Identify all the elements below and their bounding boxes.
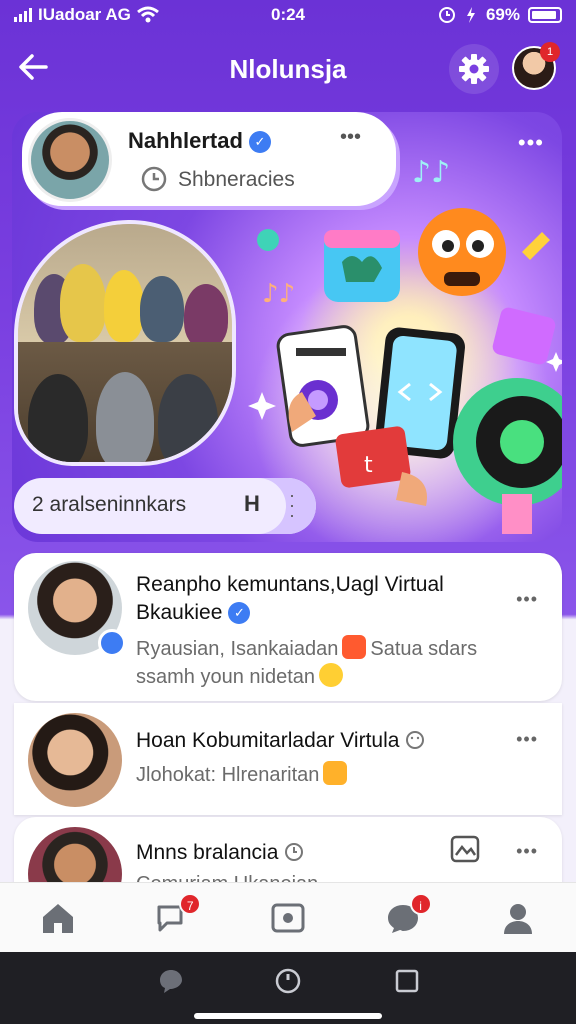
feed-item[interactable]: Reanpho kemuntans,Uagl Virtual Bkaukiee ✓…	[14, 553, 562, 701]
user-avatar[interactable]: 1	[512, 42, 560, 90]
nav-badge: 7	[179, 893, 202, 915]
battery-icon	[528, 7, 562, 23]
feed-item-title: Hoan Kobumitarladar Virtula	[136, 729, 425, 753]
recents-icon[interactable]	[392, 966, 422, 996]
nav-home[interactable]	[0, 883, 115, 952]
home-circle-icon[interactable]	[273, 966, 303, 996]
participants-label: 2 aralseninnkars	[32, 493, 187, 516]
feed-item-subtitle: Jlohokat: Hlrenaritan	[136, 761, 351, 787]
clock-icon	[285, 843, 304, 861]
nfc-icon	[466, 7, 475, 23]
notification-badge: 1	[540, 42, 560, 62]
profile-more-button[interactable]: •••	[340, 126, 361, 149]
group-photo	[14, 220, 236, 466]
photo-person	[96, 372, 154, 462]
feed-item-more-button[interactable]: •••	[516, 729, 538, 750]
feed-item-title: Reanpho kemuntans,Uagl Virtual	[136, 573, 444, 596]
reply-badge-icon	[98, 629, 126, 657]
photo-person	[158, 374, 218, 462]
gallery-icon[interactable]	[450, 835, 480, 863]
alarm-icon	[438, 7, 455, 23]
gear-icon	[459, 54, 489, 84]
top-header: Nlolunsja 1	[0, 36, 576, 102]
nav-messages[interactable]: i	[346, 883, 461, 952]
photo-person	[184, 284, 228, 348]
pill-trailing-label: H	[244, 491, 260, 516]
feed-item-subtitle: Ryausian, Isankaiadan Satua sdars	[136, 635, 477, 661]
svg-text:♪♪: ♪♪	[262, 279, 295, 309]
emoji-icon	[319, 663, 344, 687]
emoji-icon	[342, 635, 367, 659]
feed-item-title: Mnns bralancia	[136, 841, 304, 865]
assistant-icon[interactable]	[156, 966, 186, 996]
feed-item[interactable]: Hoan Kobumitarladar Virtula Jlohokat: Hl…	[14, 703, 562, 815]
svg-text:t: t	[364, 453, 373, 478]
home-indicator[interactable]	[194, 1013, 382, 1019]
profile-name: Nahhlertad ✓	[128, 128, 271, 154]
photo-person	[28, 374, 88, 462]
verified-badge-icon: ✓	[228, 602, 251, 624]
nav-profile[interactable]	[461, 883, 576, 952]
profile-icon	[504, 903, 533, 934]
status-icon	[141, 166, 167, 192]
verified-badge-icon: ✓	[248, 131, 271, 153]
profile-subtitle: Shbneracies	[140, 166, 295, 194]
feed-item-more-button[interactable]: •••	[516, 841, 538, 862]
profile-avatar	[28, 118, 112, 202]
status-bar: IUadoar AG 0:24 69%	[0, 0, 576, 32]
settings-button[interactable]	[449, 44, 499, 94]
photo-icon	[271, 903, 305, 932]
photo-person	[104, 270, 144, 342]
smiley-icon	[406, 731, 425, 749]
emoji-icon	[323, 761, 348, 785]
system-navigation-bar	[0, 952, 576, 1024]
pill-more-icon[interactable]: · · ·	[289, 486, 295, 524]
home-icon	[42, 903, 73, 933]
feed-item-more-button[interactable]: •••	[516, 589, 538, 610]
participants-pill[interactable]: 2 aralseninnkars H · · ·	[14, 478, 316, 534]
nav-chat[interactable]: 7	[115, 883, 230, 952]
app-screen: IUadoar AG 0:24 69% Nlolunsja 1 ••• ♪♪ ♪…	[0, 0, 576, 1024]
battery-percent: 69%	[485, 5, 520, 24]
bottom-navigation: 7 i	[0, 882, 576, 952]
feed-item-subtitle-line2: ssamh youn nidetan	[136, 663, 347, 689]
photo-person	[140, 276, 184, 342]
profile-card[interactable]: Nahhlertad ✓ Shbneracies •••	[22, 112, 396, 206]
hero-banner: ••• ♪♪ ♪♪ t Nahhlertad ✓ Shbneracies •••…	[12, 112, 562, 542]
feed-item-title-line2: Bkaukiee ✓	[136, 601, 251, 625]
feed-item-avatar	[28, 713, 122, 807]
photo-person	[60, 264, 106, 342]
nav-photo[interactable]	[230, 883, 345, 952]
svg-text:♪♪: ♪♪	[412, 155, 450, 190]
nav-badge: i	[409, 893, 432, 915]
status-right: 69%	[438, 5, 562, 25]
